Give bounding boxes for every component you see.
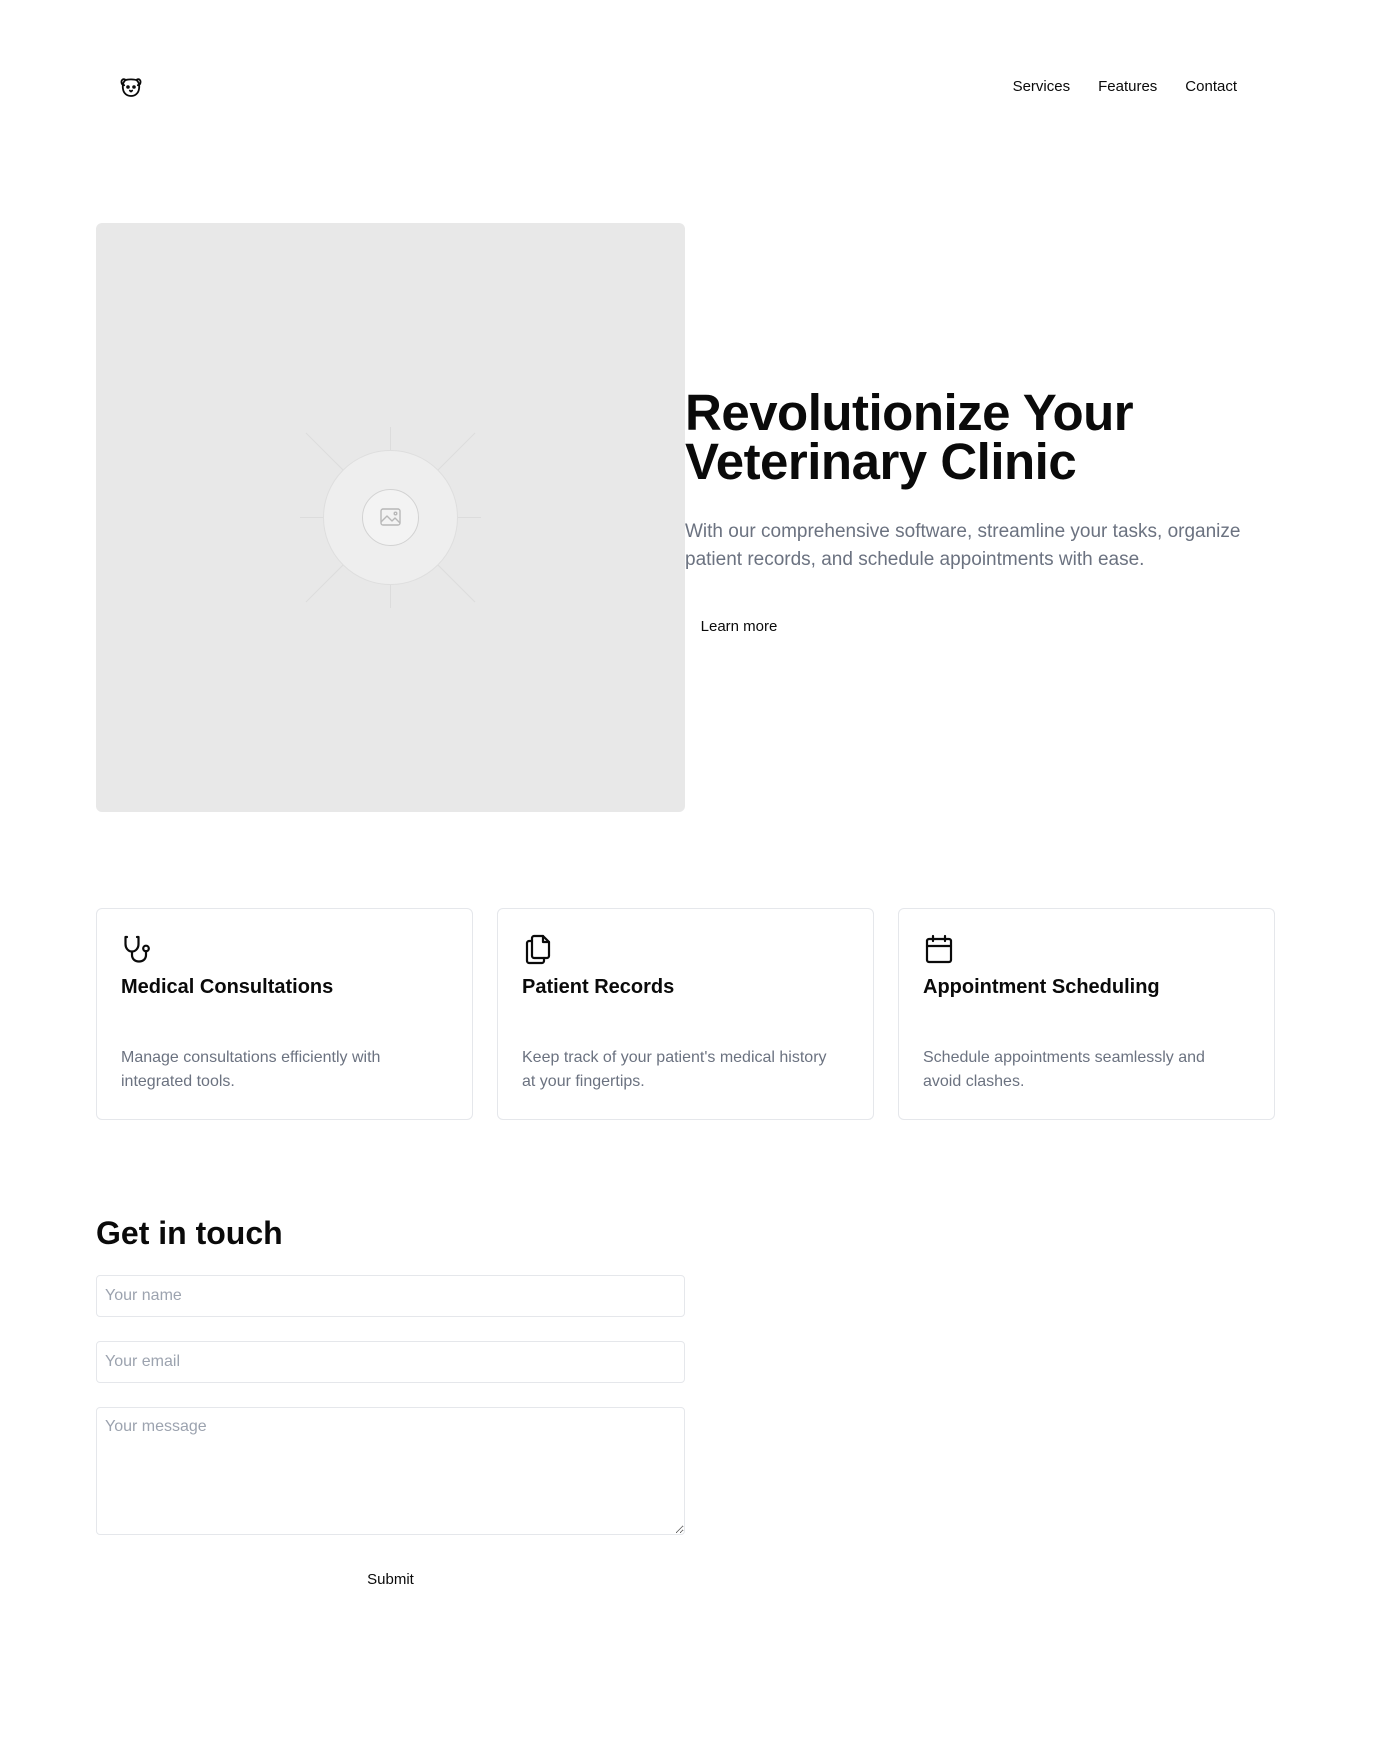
features-section: Medical Consultations Manage consultatio… (96, 908, 1275, 1120)
hero-image-placeholder (96, 223, 685, 812)
feature-description: Manage consultations efficiently with in… (121, 1049, 381, 1090)
email-input[interactable] (96, 1341, 685, 1383)
image-placeholder-icon (300, 427, 481, 608)
feature-card-patient-records: Patient Records Keep track of your patie… (497, 908, 874, 1120)
nav-item-services[interactable]: Services (1013, 77, 1071, 97)
page: Services Features Contact Revolutionize … (0, 0, 1376, 1748)
contact-title: Get in touch (96, 1215, 283, 1251)
calendar-icon (925, 934, 953, 964)
feature-title: Patient Records (522, 976, 675, 998)
feature-title: Medical Consultations (121, 976, 334, 998)
documents-icon (525, 934, 551, 965)
message-textarea[interactable] (96, 1407, 685, 1535)
name-input[interactable] (96, 1275, 685, 1317)
stethoscope-icon (124, 935, 150, 963)
feature-title: Appointment Scheduling (923, 976, 1160, 998)
hero-title-line-2: Veterinary Clinic (685, 433, 1077, 490)
submit-button[interactable]: Submit (96, 1564, 685, 1594)
hero-title-line-1: Revolutionize Your (685, 384, 1134, 441)
feature-card-appointment-scheduling: Appointment Scheduling Schedule appointm… (898, 908, 1275, 1120)
nav-item-features[interactable]: Features (1098, 77, 1157, 97)
nav-item-contact[interactable]: Contact (1185, 77, 1237, 97)
feature-card-medical-consultations: Medical Consultations Manage consultatio… (96, 908, 473, 1120)
main-nav: Services Features Contact (1013, 77, 1237, 97)
feature-description: Schedule appointments seamlessly and avo… (923, 1049, 1205, 1090)
learn-more-button[interactable]: Learn more (685, 612, 793, 640)
hero-subtitle: With our comprehensive software, streaml… (685, 521, 1241, 570)
hero-title: Revolutionize Your Veterinary Clinic (685, 384, 1245, 490)
dog-face-icon[interactable] (119, 75, 143, 99)
feature-description: Keep track of your patient's medical his… (522, 1049, 827, 1090)
